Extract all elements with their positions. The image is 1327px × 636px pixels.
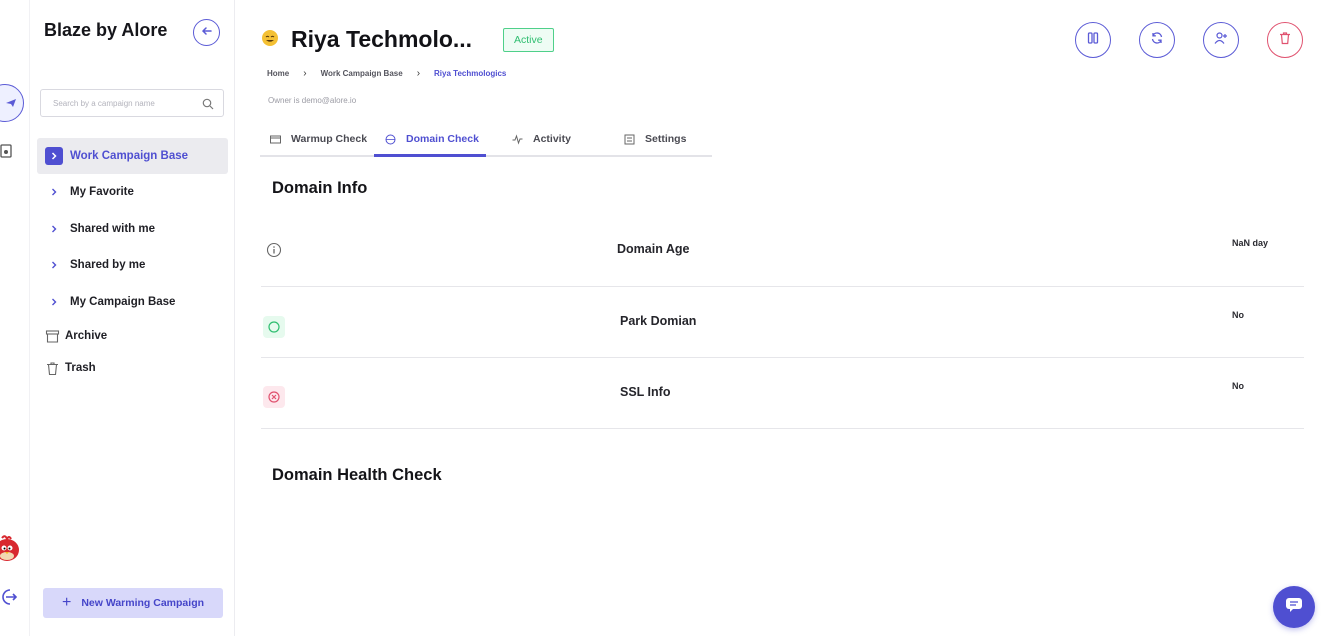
sidebar-item-my-favorite[interactable]: My Favorite [37, 174, 228, 211]
tab-label: Activity [533, 133, 571, 145]
chevron-right-icon [45, 293, 63, 311]
park-domain-row: Park Domian No [261, 287, 1304, 358]
sidebar-item-label: Archive [65, 330, 108, 342]
trash-icon [1278, 31, 1292, 50]
archive-icon [45, 329, 60, 344]
pause-button[interactable] [1075, 22, 1111, 58]
sidebar-item-work-campaign-base[interactable]: Work Campaign Base [37, 138, 228, 174]
domain-info-title: Domain Info [272, 179, 368, 197]
chevron-right-icon [45, 147, 63, 165]
main-content: Riya Techmolo... Active Home › Work Camp… [235, 0, 1327, 636]
plus-icon: + [61, 594, 72, 611]
tab-domain-check[interactable]: Domain Check [385, 123, 479, 155]
refresh-button[interactable] [1139, 22, 1175, 58]
chevron-right-icon: › [303, 68, 307, 79]
sidebar-nav: Work Campaign Base My Favorite Shared wi… [37, 138, 228, 384]
chat-icon [1285, 597, 1303, 618]
activity-icon [512, 133, 523, 145]
sidebar-item-label: My Campaign Base [70, 295, 176, 308]
page-title: Riya Techmolo... [291, 26, 473, 52]
globe-icon [385, 134, 396, 145]
sidebar-item-shared-with-me[interactable]: Shared with me [37, 211, 228, 248]
campaign-actions [1047, 22, 1303, 58]
row-label: SSL Info [620, 385, 671, 399]
campaign-search [40, 89, 224, 117]
brand-title: Blaze by Alore [44, 20, 168, 40]
collapse-sidebar-button[interactable] [193, 19, 220, 46]
arrow-left-icon [201, 24, 213, 42]
breadcrumb-home[interactable]: Home [267, 69, 289, 78]
campaign-emoji-icon [261, 29, 279, 47]
row-value: No [1232, 310, 1244, 320]
row-label: Domain Age [617, 242, 690, 256]
sidebar-item-label: Work Campaign Base [70, 150, 189, 162]
domain-age-row: Domain Age NaN day [261, 216, 1304, 287]
row-label: Park Domian [620, 314, 697, 328]
delete-button[interactable] [1267, 22, 1303, 58]
ssl-info-row: SSL Info No [261, 358, 1304, 429]
add-user-icon [1214, 31, 1228, 50]
breadcrumb: Home › Work Campaign Base › Riya Techmol… [267, 68, 506, 79]
sidebar: Blaze by Alore Work Campaign Base My Fav… [30, 0, 235, 636]
new-campaign-label: New Warming Campaign [81, 597, 205, 609]
tab-label: Settings [645, 133, 687, 145]
row-value: No [1232, 381, 1244, 391]
sidebar-item-my-campaign-base[interactable]: My Campaign Base [37, 284, 228, 321]
tab-activity[interactable]: Activity [512, 123, 571, 155]
sidebar-item-archive[interactable]: Archive [37, 320, 228, 352]
sidebar-item-trash[interactable]: Trash [37, 352, 228, 384]
x-circle-icon [263, 386, 285, 408]
active-tab-indicator [374, 154, 486, 157]
search-input[interactable] [41, 90, 197, 116]
chevron-right-icon [45, 256, 63, 274]
status-badge: Active [503, 28, 554, 52]
sidebar-item-label: My Favorite [70, 186, 134, 199]
settings-icon [624, 134, 635, 145]
tab-label: Domain Check [406, 133, 479, 145]
pause-icon [1086, 31, 1100, 50]
mail-icon [270, 134, 281, 145]
add-user-button[interactable] [1203, 22, 1239, 58]
chevron-right-icon [45, 220, 63, 238]
owner-text: Owner is demo@alore.io [268, 96, 357, 105]
tab-warmup-check[interactable]: Warmup Check [270, 123, 367, 155]
chat-support-button[interactable] [1273, 586, 1315, 628]
trash-icon [45, 361, 60, 376]
sidebar-item-label: Shared with me [70, 222, 155, 235]
tab-label: Warmup Check [291, 133, 368, 145]
chevron-right-icon [45, 183, 63, 201]
domain-health-title: Domain Health Check [272, 466, 442, 484]
info-icon [263, 239, 285, 261]
search-icon[interactable] [202, 97, 214, 110]
chevron-right-icon: › [416, 68, 421, 79]
report-icon[interactable] [0, 144, 12, 158]
check-circle-icon [263, 316, 285, 338]
sidebar-item-label: Trash [65, 362, 96, 374]
campaign-nav-icon[interactable] [0, 84, 24, 122]
sidebar-item-shared-by-me[interactable]: Shared by me [37, 247, 228, 284]
refresh-icon [1150, 31, 1164, 50]
breadcrumb-work-campaign-base[interactable]: Work Campaign Base [321, 69, 403, 78]
new-warming-campaign-button[interactable]: + New Warming Campaign [43, 588, 223, 618]
breadcrumb-current: Riya Techmologics [434, 69, 507, 78]
tab-bar: Warmup Check Domain Check Activity Setti… [260, 123, 712, 157]
tab-settings[interactable]: Settings [624, 123, 686, 155]
user-avatar[interactable] [0, 534, 20, 562]
logout-icon[interactable] [0, 588, 18, 606]
sidebar-item-label: Shared by me [70, 259, 146, 272]
app-rail [0, 0, 30, 636]
row-value: NaN day [1232, 238, 1269, 248]
